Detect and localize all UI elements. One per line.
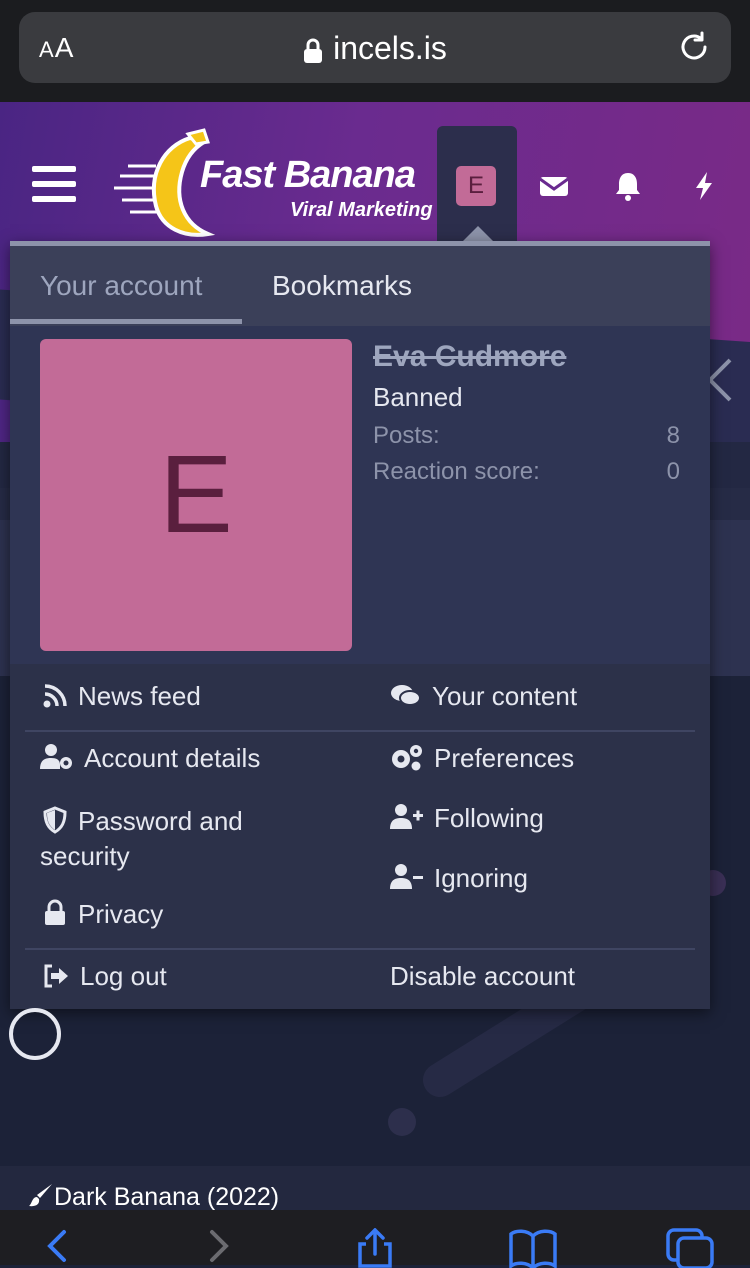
stat-value: 0 [666,458,680,485]
menu-item-password-security-line2[interactable]: security [40,841,130,872]
logo-title: Fast Banana [200,154,416,196]
divider [25,948,695,950]
site-logo[interactable]: Fast Banana Viral Marketing [112,126,442,242]
envelope-icon[interactable] [538,170,570,202]
menu-item-log-out[interactable]: Log out [42,961,167,992]
profile-avatar[interactable]: E [40,339,352,651]
username[interactable]: Eva Cudmore [373,340,566,374]
tabs-icon[interactable] [666,1228,714,1268]
bell-icon[interactable] [612,170,644,202]
menu-item-account-details[interactable]: Account details [40,743,260,774]
reload-icon[interactable] [677,30,711,64]
rss-icon [43,684,67,708]
user-cog-icon [40,744,72,769]
avatar[interactable]: E [456,166,496,206]
user-profile-card: E Eva Cudmore Banned Posts: 8 Reaction s… [10,326,710,664]
user-title: Banned [373,382,463,412]
bolt-icon[interactable] [688,170,720,202]
menu-item-ignoring[interactable]: Ignoring [390,863,528,894]
stat-label: Reaction score: [373,458,540,485]
dropdown-pointer [463,226,493,241]
background-dot [388,1108,416,1136]
tab-your-account[interactable]: Your account [40,270,202,302]
paint-brush-icon [29,1184,52,1207]
back-icon[interactable] [42,1228,72,1264]
bookmarks-icon[interactable] [508,1228,558,1268]
divider [25,730,695,732]
gears-icon [392,745,422,771]
account-menu-tabs: Your account Bookmarks [10,246,710,326]
lock-icon [45,899,65,925]
menu-item-privacy[interactable]: Privacy [42,899,163,930]
comments-icon [391,685,421,706]
logo-subtitle: Viral Marketing [290,199,433,221]
sign-out-icon [44,964,68,988]
account-menu-panel: Your account Bookmarks E Eva Cudmore Ban… [10,241,710,1009]
shield-icon [43,806,67,834]
lock-icon [304,38,323,63]
share-icon[interactable] [354,1228,396,1268]
browser-address-bar: AA incels.is [0,0,750,102]
menu-item-disable-account[interactable]: Disable account [390,961,575,992]
stat-label: Posts: [373,422,440,449]
menu-item-password-security[interactable]: Password and [42,803,243,839]
active-tab-indicator [10,319,242,324]
stat-posts: Posts: 8 [373,422,680,450]
user-minus-icon [390,864,423,889]
menu-item-following[interactable]: Following [390,803,544,834]
url-text: incels.is [333,30,447,66]
menu-item-preferences[interactable]: Preferences [390,743,574,774]
url-field[interactable]: AA incels.is [19,12,731,83]
style-chooser-link[interactable]: Dark Banana (2022) [28,1182,279,1212]
loading-spinner [9,1008,61,1060]
menu-item-news-feed[interactable]: News feed [42,681,201,712]
tab-bookmarks[interactable]: Bookmarks [272,270,412,302]
menu-item-your-content[interactable]: Your content [390,681,577,712]
menu-icon[interactable] [32,166,76,211]
avatar-letter: E [159,433,233,556]
forward-icon[interactable] [204,1228,234,1264]
stat-value: 8 [666,422,680,449]
user-plus-icon [390,804,423,829]
stat-reaction-score: Reaction score: 0 [373,458,680,486]
